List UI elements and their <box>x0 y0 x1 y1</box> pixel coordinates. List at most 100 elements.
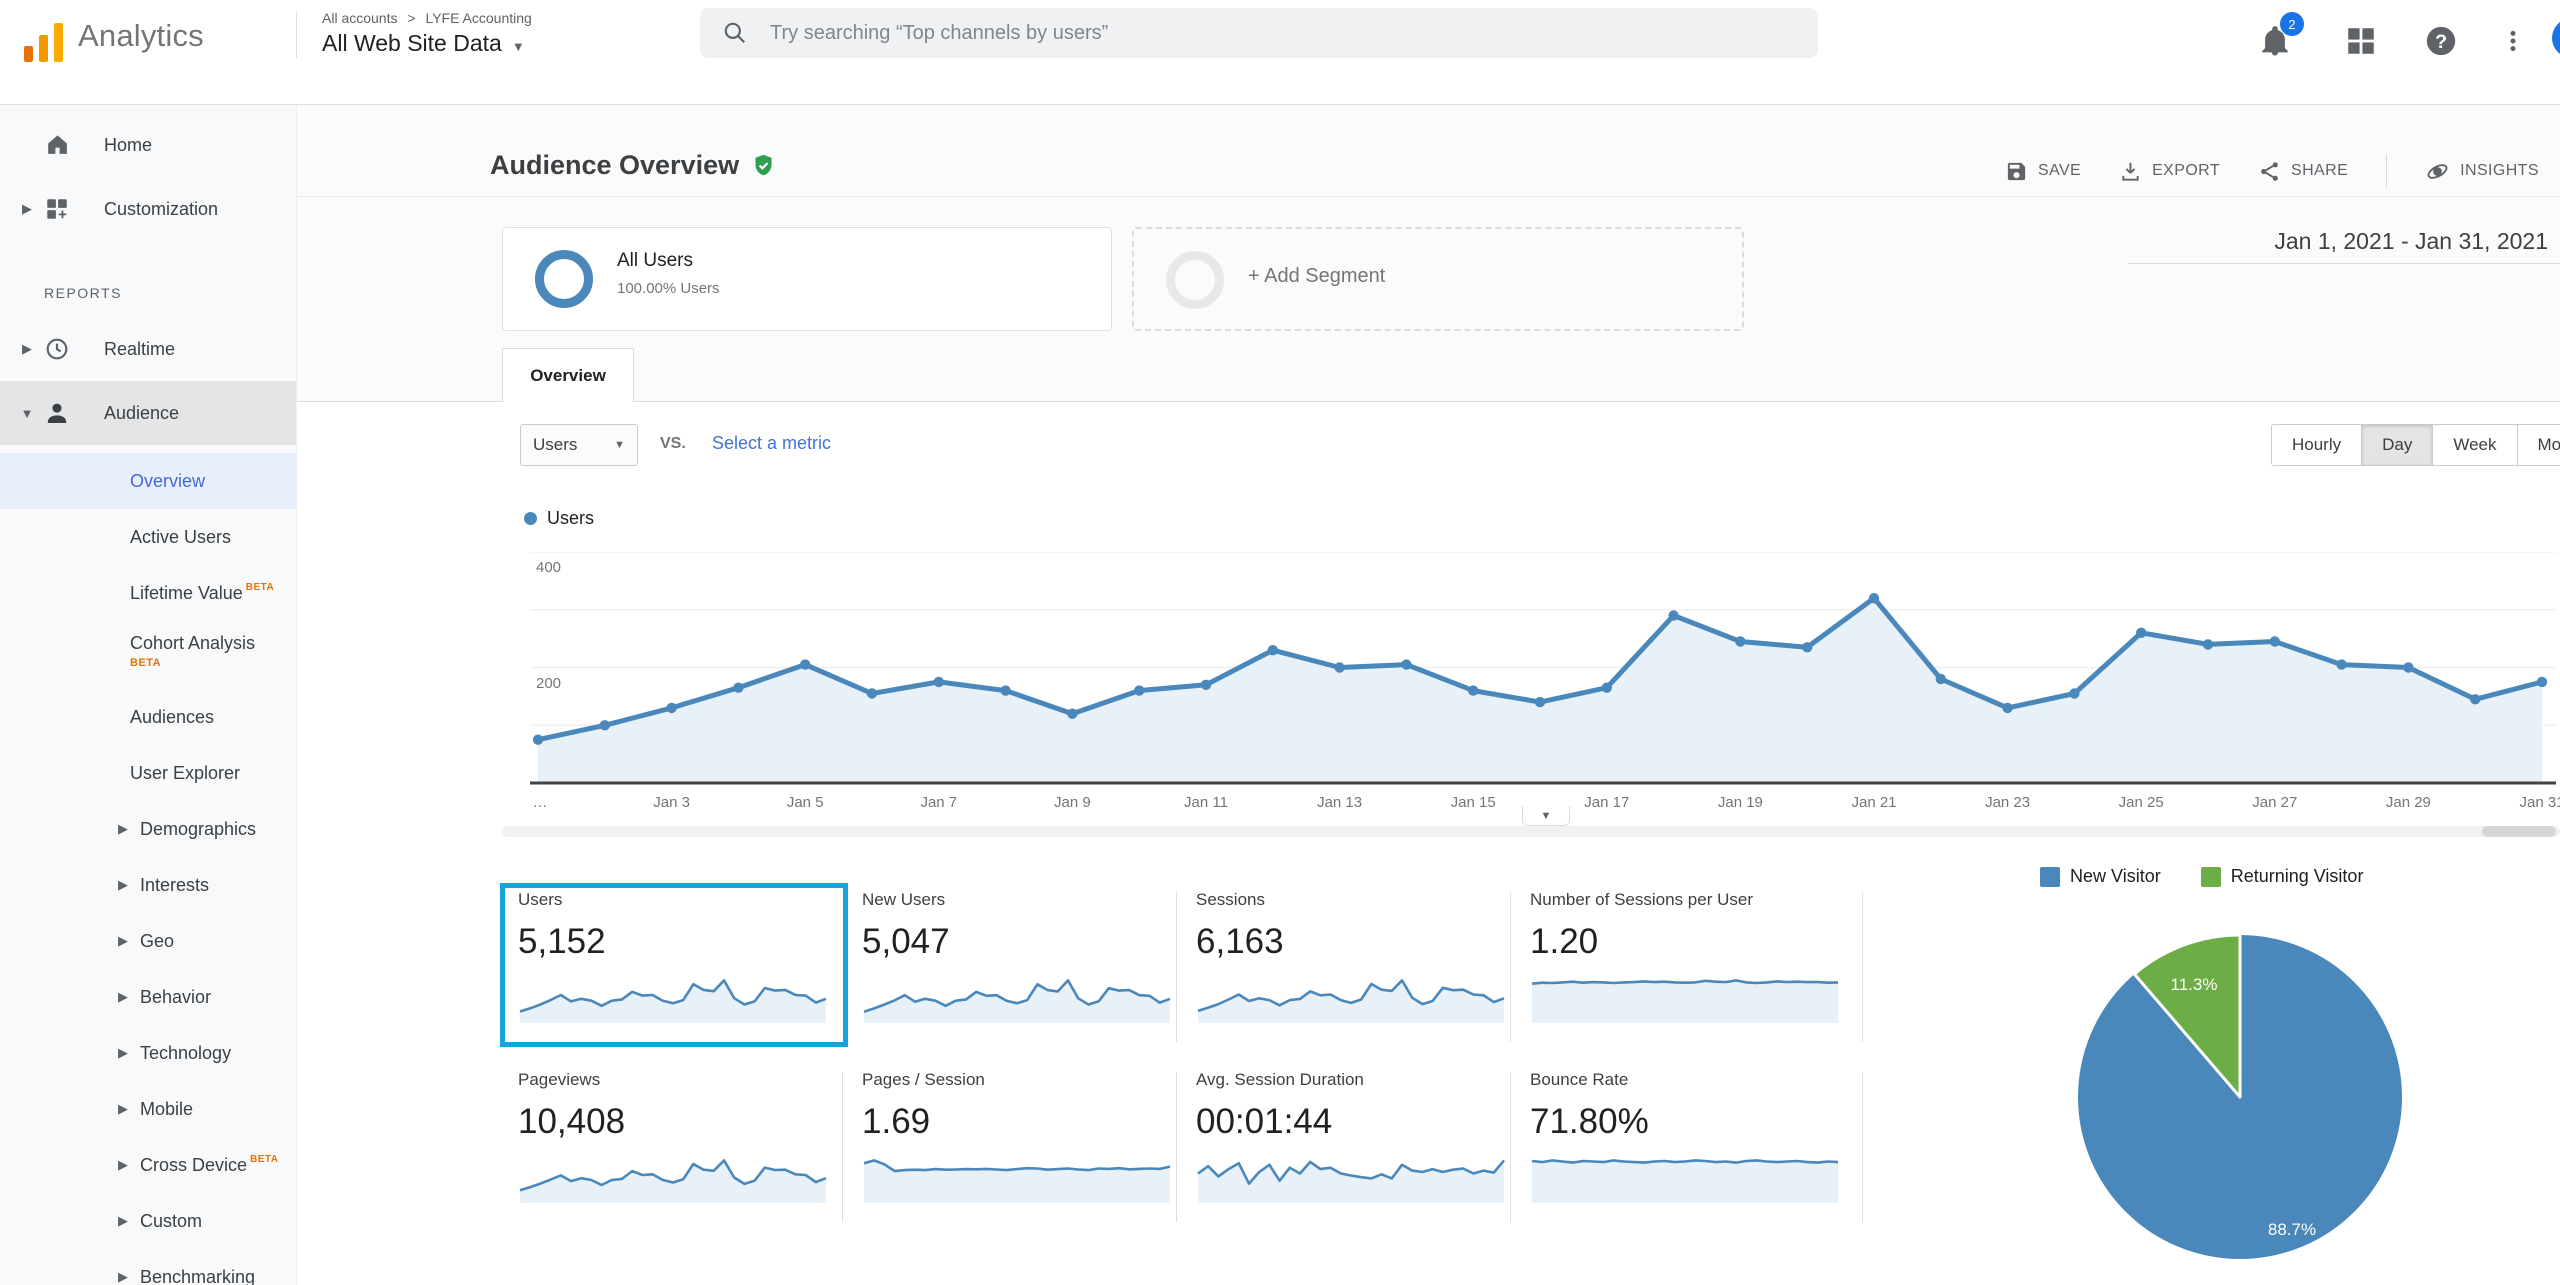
breadcrumb-account[interactable]: LYFE Accounting <box>425 10 531 26</box>
sidebar-item-active-users[interactable]: Active Users <box>0 509 296 565</box>
sparkline-chart <box>519 1159 827 1203</box>
sidebar-item-audiences[interactable]: Audiences <box>0 689 296 745</box>
chevron-down-icon: ▼ <box>614 439 625 451</box>
chevron-right-icon: ▶ <box>118 1213 128 1228</box>
x-tick-label: Jan 27 <box>2252 794 2298 811</box>
sidebar-item-customization[interactable]: ▶ Customization <box>0 177 296 241</box>
sidebar-item-demographics[interactable]: ▶ Demographics <box>0 801 296 857</box>
sidebar-item-interests[interactable]: ▶ Interests <box>0 857 296 913</box>
apps-grid-icon[interactable] <box>2344 24 2378 58</box>
avatar[interactable] <box>2552 18 2560 58</box>
chart-legend: Users <box>524 508 594 529</box>
sidebar-item-mobile[interactable]: ▶ Mobile <box>0 1081 296 1137</box>
metric-card-new-users[interactable]: New Users 5,047 <box>862 890 1174 1040</box>
sidebar-item-overview[interactable]: Overview <box>0 453 296 509</box>
granularity-hourly[interactable]: Hourly <box>2271 424 2363 466</box>
property-selector[interactable]: All Web Site Data ▼ <box>322 30 525 57</box>
segment-all-users[interactable]: All Users 100.00% Users <box>502 227 1112 331</box>
segment-ring-icon <box>1166 251 1224 309</box>
chevron-right-icon: ▶ <box>22 341 32 356</box>
share-icon <box>2261 161 2278 181</box>
chevron-right-icon: ▶ <box>118 877 128 892</box>
chevron-right-icon: ▶ <box>118 1269 128 1284</box>
metric-card-avg-session-duration[interactable]: Avg. Session Duration 00:01:44 <box>1196 1070 1508 1220</box>
legend-swatch-icon <box>2200 866 2221 887</box>
metric-value: 1.69 <box>862 1102 931 1141</box>
granularity-month[interactable]: Month <box>2517 424 2560 466</box>
breadcrumb[interactable]: All accounts > LYFE Accounting <box>322 10 532 26</box>
granularity-day[interactable]: Day <box>2362 424 2434 466</box>
sidebar-item-lifetime-value[interactable]: Lifetime Value BETA <box>0 565 296 621</box>
search-bar[interactable] <box>700 8 1818 58</box>
y-tick-400: 400 <box>536 559 562 576</box>
sidebar-item-home[interactable]: Home <box>0 113 296 177</box>
x-tick-label: Jan 21 <box>1851 794 1897 811</box>
breadcrumb-all-accounts[interactable]: All accounts <box>322 10 397 26</box>
top-app-bar: Analytics All accounts > LYFE Accounting… <box>0 0 2560 105</box>
card-divider <box>1510 892 1511 1042</box>
chart-collapse-handle[interactable]: ▼ <box>1522 806 1570 826</box>
sparkline-chart <box>1531 1159 1839 1203</box>
sparkline-chart <box>863 1159 1171 1203</box>
date-range-selector[interactable]: Jan 1, 2021 - Jan 31, 2021 ▼ <box>2128 224 2560 264</box>
metric-value: 00:01:44 <box>1196 1102 1333 1141</box>
users-line-chart[interactable] <box>530 552 2556 785</box>
y-tick-200: 200 <box>536 675 562 692</box>
sidebar-item-cross-device[interactable]: ▶ Cross Device BETA <box>0 1137 296 1193</box>
actions-divider <box>2386 154 2388 188</box>
pie-legend-returning-visitor[interactable]: Returning Visitor <box>2200 866 2363 887</box>
sidebar-item-audience[interactable]: ▼ Audience <box>0 381 296 445</box>
x-tick-label: Jan 29 <box>2385 794 2431 811</box>
sidebar-item-realtime[interactable]: ▶ Realtime <box>0 317 296 381</box>
sidebar-item-cohort-analysis[interactable]: Cohort Analysis BETA <box>0 621 296 689</box>
visitor-pie-chart[interactable]: 11.3% 88.7% <box>2070 927 2410 1267</box>
svg-text:11.3%: 11.3% <box>2171 975 2218 994</box>
brand-title: Analytics <box>78 18 204 53</box>
metric-card-users[interactable]: Users 5,152 <box>518 890 830 1040</box>
chevron-down-icon: ▼ <box>511 39 525 54</box>
tab-overview[interactable]: Overview <box>502 348 634 402</box>
chart-scrollbar-thumb[interactable] <box>2482 826 2556 837</box>
x-tick-label: Jan 15 <box>1450 794 1496 811</box>
sidebar-item-behavior[interactable]: ▶ Behavior <box>0 969 296 1025</box>
granularity-toggle: Hourly Day Week Month <box>2271 424 2560 466</box>
chevron-right-icon: ▶ <box>22 201 32 216</box>
legend-swatch-icon <box>2040 866 2060 887</box>
metric-card-bounce-rate[interactable]: Bounce Rate 71.80% <box>1530 1070 1842 1220</box>
search-input[interactable] <box>768 20 1672 46</box>
pie-legend-new-visitor[interactable]: New Visitor <box>2040 866 2161 887</box>
card-divider <box>1862 1072 1863 1222</box>
chevron-right-icon: ▶ <box>118 933 128 948</box>
metric-card-number-of-sessions-per-user[interactable]: Number of Sessions per User 1.20 <box>1530 890 1842 1040</box>
sidebar-item-user-explorer[interactable]: User Explorer <box>0 745 296 801</box>
card-divider <box>1176 1072 1177 1222</box>
sparkline-chart <box>519 979 827 1023</box>
sidebar-item-custom[interactable]: ▶ Custom <box>0 1193 296 1249</box>
share-button[interactable]: SHARE <box>2258 160 2348 183</box>
metric-dropdown[interactable]: Users ▼ <box>520 424 638 466</box>
select-metric-link[interactable]: Select a metric <box>712 433 831 454</box>
sidebar-nav: Home ▶ Customization REPORTS ▶ Realtime ▼ Audie… <box>0 104 297 1285</box>
verified-shield-icon <box>755 154 772 176</box>
insights-button[interactable]: INSIGHTS <box>2425 159 2539 184</box>
vs-label: VS. <box>660 435 686 452</box>
sidebar-item-geo[interactable]: ▶ Geo <box>0 913 296 969</box>
metric-card-pages-session[interactable]: Pages / Session 1.69 <box>862 1070 1174 1220</box>
beta-badge: BETA <box>245 581 275 593</box>
metric-card-pageviews[interactable]: Pageviews 10,408 <box>518 1070 830 1220</box>
x-tick-label: Jan 19 <box>1717 794 1763 811</box>
save-button[interactable]: SAVE <box>2005 160 2081 183</box>
overflow-menu-icon[interactable] <box>2500 24 2526 58</box>
sidebar-item-technology[interactable]: ▶ Technology <box>0 1025 296 1081</box>
granularity-week[interactable]: Week <box>2433 424 2518 466</box>
add-segment-button[interactable]: + Add Segment <box>1132 227 1744 331</box>
chevron-right-icon: ▶ <box>118 821 128 836</box>
metric-card-sessions[interactable]: Sessions 6,163 <box>1196 890 1508 1040</box>
sparkline-chart <box>863 979 1171 1023</box>
report-panel: Users ▼ VS. Select a metric Hourly Day W… <box>296 402 2560 1285</box>
help-icon[interactable]: ? <box>2424 24 2458 58</box>
export-button[interactable]: EXPORT <box>2119 160 2220 183</box>
chart-scrollbar[interactable] <box>502 826 2560 837</box>
sidebar-item-benchmarking[interactable]: ▶ Benchmarking <box>0 1249 296 1285</box>
analytics-logo-icon[interactable] <box>22 20 68 64</box>
